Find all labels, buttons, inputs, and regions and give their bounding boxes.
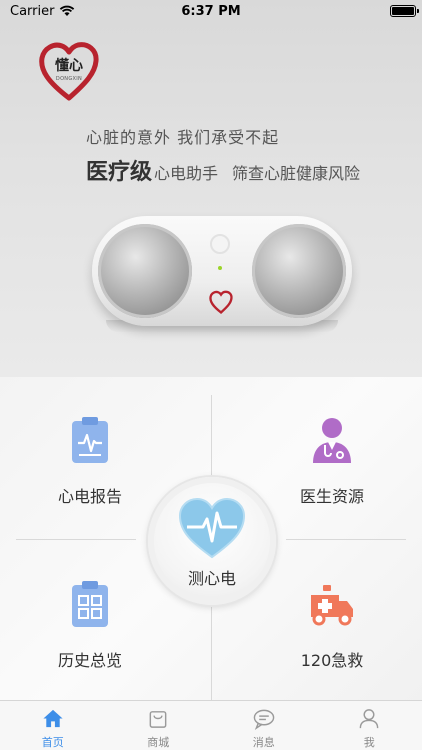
slogan-screening: 筛查心脏健康风险 xyxy=(232,164,361,183)
divider-horizontal-left xyxy=(16,539,136,540)
chat-bubble-icon xyxy=(253,709,275,730)
history-overview-button[interactable]: 历史总览 xyxy=(0,579,180,699)
clipboard-grid-icon xyxy=(72,581,108,627)
status-time: 6:37 PM xyxy=(181,3,241,19)
device-electrode-left xyxy=(98,224,192,318)
person-icon xyxy=(359,709,379,729)
logo-text: 懂心 xyxy=(55,58,83,74)
tab-bar: 首页 商城 消息 我 xyxy=(0,700,422,750)
device-electrode-right xyxy=(252,224,346,318)
divider-horizontal-right xyxy=(286,539,406,540)
slogan-medical-grade: 医疗级 xyxy=(86,160,153,185)
history-overview-label: 历史总览 xyxy=(57,651,122,670)
tab-messages[interactable]: 消息 xyxy=(211,701,317,750)
tab-shop[interactable]: 商城 xyxy=(106,701,212,750)
emergency-120-button[interactable]: 120急救 xyxy=(242,579,422,699)
tab-home-label: 首页 xyxy=(41,736,64,749)
hero-banner: 懂心 DONGXIN 心脏的意外 我们承受不起 医疗级 心电助手 筛查心脏健康风… xyxy=(0,0,422,377)
ecg-device-image xyxy=(92,216,352,336)
shopping-bag-icon xyxy=(149,711,167,728)
doctor-icon xyxy=(313,418,351,463)
battery-icon xyxy=(390,5,419,17)
tab-me[interactable]: 我 xyxy=(317,701,422,750)
ecg-report-label: 心电报告 xyxy=(57,487,122,506)
slogan-line-2: 医疗级 心电助手 筛查心脏健康风险 xyxy=(86,154,360,186)
tab-messages-label: 消息 xyxy=(252,736,275,749)
clipboard-ecg-icon xyxy=(72,417,108,463)
measure-ecg-label: 测心电 xyxy=(187,569,236,588)
ambulance-icon xyxy=(311,585,353,626)
tab-home[interactable]: 首页 xyxy=(0,701,106,750)
tab-shop-label: 商城 xyxy=(147,736,170,749)
heart-pulse-icon xyxy=(178,497,246,559)
doctor-resources-label: 医生资源 xyxy=(299,487,364,506)
slogan-line-1: 心脏的意外 我们承受不起 xyxy=(86,128,280,147)
emergency-120-label: 120急救 xyxy=(300,651,364,670)
measure-ecg-button[interactable]: 测心电 xyxy=(148,477,276,605)
slogan-ecg-assistant: 心电助手 xyxy=(154,164,219,183)
logo-subtext: DONGXIN xyxy=(55,76,83,82)
home-icon xyxy=(43,709,63,728)
device-heart-logo-icon xyxy=(209,290,233,314)
device-indicator-light xyxy=(218,266,222,270)
status-bar: Carrier 6:37 PM xyxy=(0,0,422,22)
tab-me-label: 我 xyxy=(363,736,375,749)
device-button xyxy=(210,234,230,254)
